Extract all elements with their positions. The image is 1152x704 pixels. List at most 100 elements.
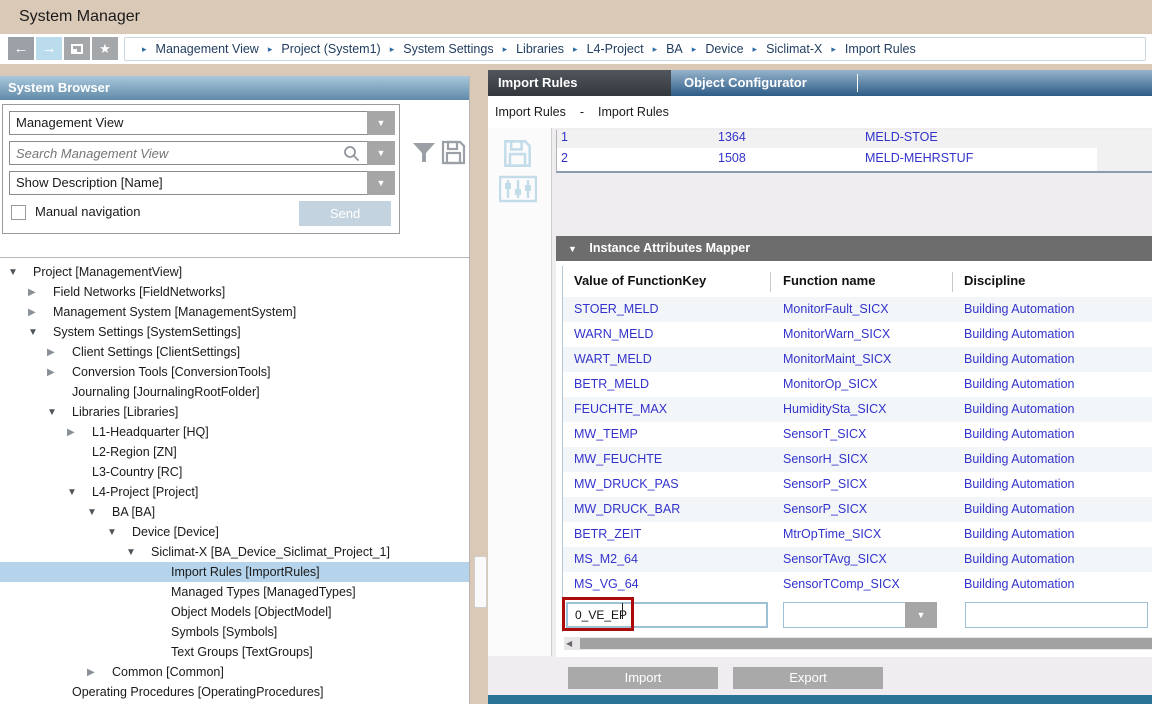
tree-item[interactable]: ▶Client Settings [ClientSettings] [0, 342, 469, 362]
sliders-icon[interactable] [499, 173, 537, 205]
tab-import-rules[interactable]: Import Rules [488, 70, 671, 96]
manual-navigation-checkbox[interactable] [11, 205, 26, 220]
expander-icon[interactable]: ▶ [47, 367, 72, 378]
breadcrumb-item[interactable]: BA [666, 42, 683, 56]
expander-icon[interactable]: ▼ [87, 507, 112, 518]
tree-item[interactable]: L3-Country [RC] [0, 462, 469, 482]
tree-item[interactable]: ▼Project [ManagementView] [0, 262, 469, 282]
column-header[interactable]: Discipline [964, 273, 1025, 288]
table-cell: BETR_MELD [574, 377, 649, 391]
breadcrumb-item[interactable]: Device [705, 42, 743, 56]
tree-item[interactable]: Symbols [Symbols] [0, 622, 469, 642]
table-row[interactable]: 21508MELD-MEHRSTUF [557, 148, 1152, 169]
tab-object-configurator[interactable]: Object Configurator [684, 70, 807, 96]
breadcrumb-item[interactable]: Import Rules [598, 105, 669, 119]
expander-icon[interactable]: ▶ [28, 287, 53, 298]
search-options-icon[interactable]: ▼ [367, 141, 395, 165]
expander-icon[interactable]: ▼ [67, 487, 92, 498]
expander-icon[interactable]: ▶ [47, 347, 72, 358]
expander-icon[interactable]: ▼ [126, 547, 151, 558]
vertical-scrollbar-thumb[interactable] [474, 556, 487, 608]
breadcrumb-item[interactable]: Management View [156, 42, 259, 56]
new-discipline-input[interactable] [965, 602, 1148, 628]
tree-item[interactable]: ▼Device [Device] [0, 522, 469, 542]
scroll-left-icon[interactable]: ◀ [566, 639, 572, 648]
tree-item[interactable]: ▼Libraries [Libraries] [0, 402, 469, 422]
tree-item[interactable]: Operating Procedures [OperatingProcedure… [0, 682, 469, 702]
tree-item[interactable]: L2-Region [ZN] [0, 442, 469, 462]
tree-item[interactable]: ▼Siclimat-X [BA_Device_Siclimat_Project_… [0, 542, 469, 562]
tree-item[interactable]: Text Groups [TextGroups] [0, 642, 469, 662]
expander-icon[interactable]: ▶ [87, 667, 112, 678]
column-header[interactable]: Function name [783, 273, 875, 288]
send-button[interactable]: Send [299, 201, 391, 226]
breadcrumb-item[interactable]: L4-Project [587, 42, 644, 56]
tree-item[interactable]: ▶Field Networks [FieldNetworks] [0, 282, 469, 302]
table-row[interactable]: MW_DRUCK_BARSensorP_SICXBuilding Automat… [563, 497, 1152, 522]
recent-view-button[interactable] [64, 37, 90, 60]
tree-item-label: Management System [ManagementSystem] [53, 305, 296, 319]
expander-icon[interactable]: ▶ [28, 307, 53, 318]
chevron-down-icon[interactable]: ▼ [367, 111, 395, 135]
chevron-down-icon[interactable]: ▼ [905, 602, 937, 628]
chevron-down-icon[interactable]: ▼ [367, 171, 395, 195]
table-row[interactable]: BETR_MELDMonitorOp_SICXBuilding Automati… [563, 372, 1152, 397]
save-icon[interactable] [503, 139, 532, 168]
tree-item[interactable]: Managed Types [ManagedTypes] [0, 582, 469, 602]
table-row[interactable]: STOER_MELDMonitorFault_SICXBuilding Auto… [563, 297, 1152, 322]
expander-icon[interactable]: ▼ [107, 527, 132, 538]
table-cell: MonitorMaint_SICX [783, 352, 891, 366]
tree-item[interactable]: ▶Management System [ManagementSystem] [0, 302, 469, 322]
table-row[interactable]: 11364MELD-STOE [557, 130, 1152, 148]
breadcrumb-item[interactable]: Import Rules [845, 42, 916, 56]
tree-item[interactable]: Journaling [JournalingRootFolder] [0, 382, 469, 402]
tree-item-label: Journaling [JournalingRootFolder] [72, 385, 260, 399]
expander-icon[interactable]: ▼ [28, 327, 53, 338]
view-selector[interactable]: Management View ▼ [9, 111, 395, 135]
table-row[interactable]: MW_FEUCHTESensorH_SICXBuilding Automatio… [563, 447, 1152, 472]
mapper-section-header[interactable]: ▼ Instance Attributes Mapper [556, 236, 1152, 261]
back-button[interactable]: ← [8, 37, 34, 60]
tree-item[interactable]: ▶L1-Headquarter [HQ] [0, 422, 469, 442]
column-header[interactable]: Value of FunctionKey [574, 273, 706, 288]
breadcrumb-item[interactable]: Import Rules [495, 105, 566, 119]
tree-item[interactable]: ▼L4-Project [Project] [0, 482, 469, 502]
forward-button[interactable]: → [36, 37, 62, 60]
tree-item-label: L4-Project [Project] [92, 485, 198, 499]
expander-icon[interactable]: ▶ [67, 427, 92, 438]
table-row[interactable]: MW_TEMPSensorT_SICXBuilding Automation [563, 422, 1152, 447]
tree-item[interactable]: Object Models [ObjectModel] [0, 602, 469, 622]
table-cell: Building Automation [964, 377, 1075, 391]
breadcrumb-item[interactable]: Siclimat-X [766, 42, 822, 56]
table-row[interactable]: FEUCHTE_MAXHumiditySta_SICXBuilding Auto… [563, 397, 1152, 422]
description-selector[interactable]: Show Description [Name] ▼ [9, 171, 395, 195]
favorites-button[interactable]: ★ [92, 37, 118, 60]
collapse-arrow-icon[interactable]: ▼ [568, 244, 577, 254]
filter-icon[interactable] [412, 142, 436, 164]
save-icon[interactable] [441, 140, 466, 165]
table-row[interactable]: MS_VG_64SensorTComp_SICXBuilding Automat… [563, 572, 1152, 597]
table-row[interactable]: WARN_MELDMonitorWarn_SICXBuilding Automa… [563, 322, 1152, 347]
search-input[interactable] [10, 142, 366, 164]
tree-item[interactable]: ▼BA [BA] [0, 502, 469, 522]
import-rules-grid[interactable]: 21508MELD-MEHRSTUF11364MELD-STOE [556, 130, 1152, 173]
breadcrumb-item[interactable]: System Settings [403, 42, 493, 56]
tree-item[interactable]: ▶Common [Common] [0, 662, 469, 682]
table-row[interactable]: BETR_ZEITMtrOpTime_SICXBuilding Automati… [563, 522, 1152, 547]
breadcrumb[interactable]: ▸Management View▸Project (System1)▸Syste… [124, 37, 1146, 61]
breadcrumb-item[interactable]: Libraries [516, 42, 564, 56]
expander-icon[interactable]: ▼ [47, 407, 72, 418]
tree-item[interactable]: Import Rules [ImportRules] [0, 562, 469, 582]
horizontal-scrollbar[interactable]: ◀ [564, 637, 1152, 650]
tree-item[interactable]: ▶Conversion Tools [ConversionTools] [0, 362, 469, 382]
breadcrumb-item[interactable]: Project (System1) [281, 42, 380, 56]
expander-icon[interactable]: ▼ [8, 267, 33, 278]
horizontal-scrollbar-thumb[interactable] [580, 638, 1152, 649]
tree-item[interactable]: ▼System Settings [SystemSettings] [0, 322, 469, 342]
new-function-select[interactable]: ▼ [783, 602, 937, 628]
table-row[interactable]: MS_M2_64SensorTAvg_SICXBuilding Automati… [563, 547, 1152, 572]
table-row[interactable]: MW_DRUCK_PASSensorP_SICXBuilding Automat… [563, 472, 1152, 497]
import-button[interactable]: Import [568, 667, 718, 689]
table-row[interactable]: WART_MELDMonitorMaint_SICXBuilding Autom… [563, 347, 1152, 372]
export-button[interactable]: Export [733, 667, 883, 689]
